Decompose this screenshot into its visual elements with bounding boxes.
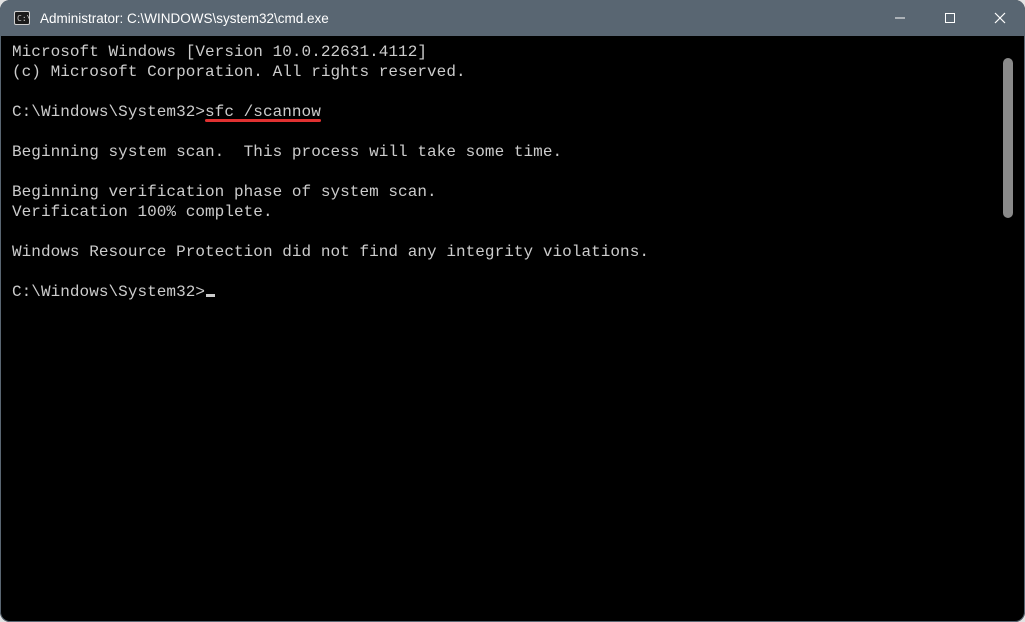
terminal-line: Windows Resource Protection did not find… [12, 242, 995, 262]
cmd-icon: C:\ [14, 10, 30, 26]
titlebar[interactable]: C:\ Administrator: C:\WINDOWS\system32\c… [0, 0, 1025, 36]
terminal-line: Verification 100% complete. [12, 202, 995, 222]
maximize-button[interactable] [925, 0, 975, 36]
minimize-button[interactable] [875, 0, 925, 36]
terminal-line: (c) Microsoft Corporation. All rights re… [12, 62, 995, 82]
svg-text:C:\: C:\ [17, 14, 30, 23]
scrollbar-thumb[interactable] [1003, 58, 1013, 218]
cmd-window: C:\ Administrator: C:\WINDOWS\system32\c… [0, 0, 1025, 622]
terminal-line: C:\Windows\System32> [12, 282, 995, 302]
terminal-line [12, 222, 995, 242]
terminal-line [12, 82, 995, 102]
terminal-line: Beginning system scan. This process will… [12, 142, 995, 162]
terminal-line [12, 122, 995, 142]
terminal-line: Beginning verification phase of system s… [12, 182, 995, 202]
terminal-line: C:\Windows\System32>sfc /scannow [12, 102, 995, 122]
terminal-viewport: Microsoft Windows [Version 10.0.22631.41… [8, 36, 1017, 614]
terminal-line [12, 262, 995, 282]
cursor [206, 294, 215, 297]
scrollbar[interactable] [1001, 40, 1015, 610]
annotation-underline [205, 119, 321, 122]
terminal-output[interactable]: Microsoft Windows [Version 10.0.22631.41… [8, 36, 999, 614]
terminal-line: Microsoft Windows [Version 10.0.22631.41… [12, 42, 995, 62]
terminal-line [12, 162, 995, 182]
close-button[interactable] [975, 0, 1025, 36]
window-title: Administrator: C:\WINDOWS\system32\cmd.e… [40, 11, 329, 26]
